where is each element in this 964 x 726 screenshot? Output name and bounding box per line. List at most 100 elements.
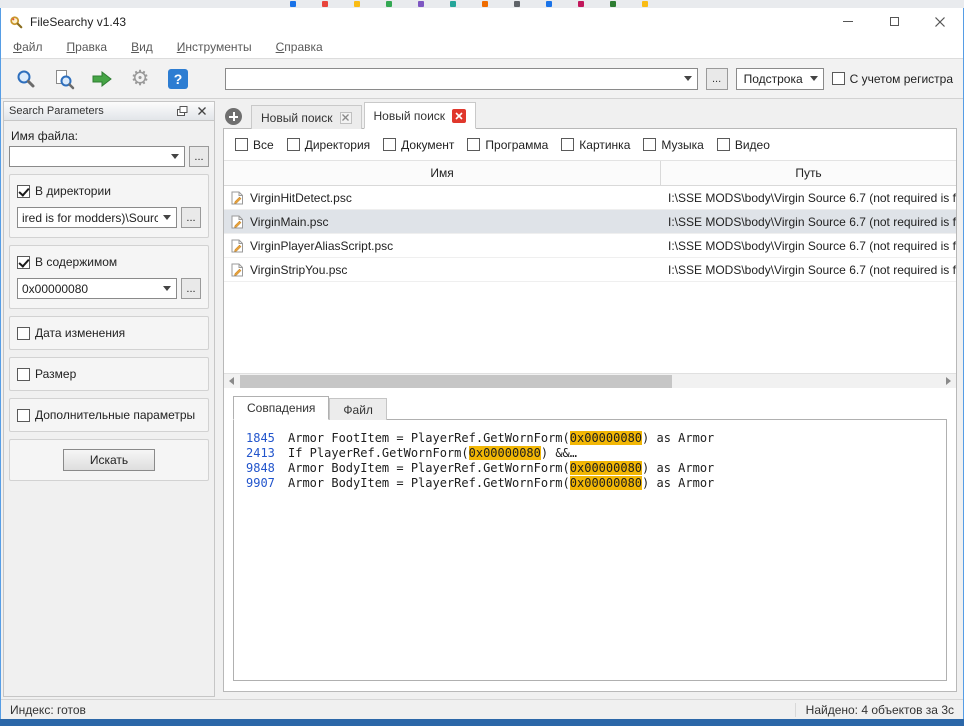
- new-search-button[interactable]: [11, 64, 41, 94]
- menu-view[interactable]: Вид: [131, 40, 153, 54]
- extra-params-checkbox-row[interactable]: Дополнительные параметры: [17, 408, 201, 422]
- filter-directory-checkbox[interactable]: [287, 138, 300, 151]
- filter-label: Музыка: [661, 138, 703, 152]
- match-line[interactable]: 1845Armor FootItem = PlayerRef.GetWornFo…: [246, 431, 934, 446]
- table-row[interactable]: VirginPlayerAliasScript.psc I:\SSE MODS\…: [224, 234, 956, 258]
- filter-document[interactable]: Документ: [383, 138, 454, 152]
- size-checkbox[interactable]: [17, 368, 30, 381]
- date-modified-checkbox[interactable]: [17, 327, 30, 340]
- filter-all-checkbox[interactable]: [235, 138, 248, 151]
- filename-browse-button[interactable]: ...: [189, 146, 209, 167]
- extra-params-checkbox[interactable]: [17, 409, 30, 422]
- filter-all[interactable]: Все: [235, 138, 274, 152]
- panel-float-button[interactable]: [175, 104, 189, 118]
- chevron-down-icon: [684, 76, 692, 81]
- filename-combobox[interactable]: [9, 146, 185, 167]
- search-query-browse-button[interactable]: ...: [706, 68, 728, 90]
- add-tab-button[interactable]: [225, 108, 242, 125]
- filename-dropdown-button[interactable]: [166, 147, 184, 166]
- toolbar: ⚙ ? ... Подстрока С учетом регистра: [1, 58, 963, 99]
- filter-program[interactable]: Программа: [467, 138, 548, 152]
- filter-program-checkbox[interactable]: [467, 138, 480, 151]
- size-group: Размер: [9, 357, 209, 391]
- scroll-right-icon: [946, 377, 951, 385]
- scrollbar-thumb[interactable]: [240, 375, 672, 388]
- filename-input[interactable]: [10, 148, 166, 165]
- column-header-name[interactable]: Имя: [224, 161, 661, 185]
- directory-dropdown-button[interactable]: [158, 208, 176, 227]
- file-path: I:\SSE MODS\body\Virgin Source 6.7 (not …: [661, 263, 956, 277]
- filter-music-checkbox[interactable]: [643, 138, 656, 151]
- match-highlight: 0x00000080: [570, 431, 642, 445]
- matches-tabs: Совпадения Файл: [233, 396, 947, 420]
- file-icon: [231, 191, 244, 205]
- content-combobox[interactable]: 0x00000080: [17, 278, 177, 299]
- background-favicon: [418, 1, 424, 7]
- date-modified-checkbox-row[interactable]: Дата изменения: [17, 326, 201, 340]
- directory-combobox[interactable]: ired is for modders)\Source: [17, 207, 177, 228]
- maximize-button[interactable]: [871, 8, 917, 35]
- minimize-button[interactable]: [825, 8, 871, 35]
- filter-video[interactable]: Видео: [717, 138, 770, 152]
- filter-picture[interactable]: Картинка: [561, 138, 630, 152]
- tab-close-button[interactable]: [452, 109, 466, 123]
- search-query-combobox[interactable]: [225, 68, 698, 90]
- filter-directory[interactable]: Директория: [287, 138, 370, 152]
- extra-params-label: Дополнительные параметры: [35, 408, 195, 422]
- column-header-path[interactable]: Путь: [661, 161, 956, 185]
- file-path: I:\SSE MODS\body\Virgin Source 6.7 (not …: [661, 215, 956, 229]
- app-icon: [9, 15, 23, 29]
- filter-picture-checkbox[interactable]: [561, 138, 574, 151]
- search-in-files-button[interactable]: [49, 64, 79, 94]
- in-directory-checkbox[interactable]: [17, 185, 30, 198]
- scroll-right-button[interactable]: [941, 374, 956, 389]
- scroll-left-button[interactable]: [224, 374, 239, 389]
- background-favicon: [386, 1, 392, 7]
- table-row[interactable]: VirginStripYou.psc I:\SSE MODS\body\Virg…: [224, 258, 956, 282]
- match-line[interactable]: 2413If PlayerRef.GetWornForm(0x00000080)…: [246, 446, 934, 461]
- search-icon: [15, 68, 37, 90]
- in-content-checkbox[interactable]: [17, 256, 30, 269]
- close-icon: [198, 107, 206, 115]
- match-mode-dropdown-button[interactable]: [805, 69, 823, 89]
- table-row-selected[interactable]: VirginMain.psc I:\SSE MODS\body\Virgin S…: [224, 210, 956, 234]
- search-query-input[interactable]: [226, 70, 679, 88]
- match-code-post: ) &&…: [541, 446, 577, 460]
- filter-document-checkbox[interactable]: [383, 138, 396, 151]
- tab-file[interactable]: Файл: [329, 398, 387, 420]
- directory-browse-button[interactable]: ...: [181, 207, 201, 228]
- search-button[interactable]: Искать: [63, 449, 155, 471]
- menu-file[interactable]: Файл: [13, 40, 43, 54]
- tab-matches[interactable]: Совпадения: [233, 396, 329, 420]
- tab-new-search-1[interactable]: Новый поиск: [251, 105, 362, 129]
- horizontal-scrollbar[interactable]: [224, 373, 956, 388]
- in-directory-label: В директории: [35, 184, 111, 198]
- settings-button[interactable]: ⚙: [125, 64, 155, 94]
- match-line[interactable]: 9907Armor BodyItem = PlayerRef.GetWornFo…: [246, 476, 934, 491]
- size-checkbox-row[interactable]: Размер: [17, 367, 201, 381]
- filter-video-checkbox[interactable]: [717, 138, 730, 151]
- window-controls: [825, 8, 963, 35]
- content-browse-button[interactable]: ...: [181, 278, 201, 299]
- table-row[interactable]: VirginHitDetect.psc I:\SSE MODS\body\Vir…: [224, 186, 956, 210]
- content-dropdown-button[interactable]: [158, 279, 176, 298]
- help-button[interactable]: ?: [163, 64, 193, 94]
- match-line[interactable]: 9848Armor BodyItem = PlayerRef.GetWornFo…: [246, 461, 934, 476]
- search-query-dropdown-button[interactable]: [679, 69, 697, 89]
- tab-new-search-2-active[interactable]: Новый поиск: [364, 102, 477, 129]
- filter-music[interactable]: Музыка: [643, 138, 703, 152]
- tab-close-button[interactable]: [340, 112, 352, 124]
- chevron-down-icon: [171, 154, 179, 159]
- in-content-checkbox-row[interactable]: В содержимом: [17, 255, 201, 269]
- menu-help[interactable]: Справка: [276, 40, 323, 54]
- menu-edit[interactable]: Правка: [67, 40, 108, 54]
- match-mode-dropdown[interactable]: Подстрока: [736, 68, 824, 90]
- menu-tools[interactable]: Инструменты: [177, 40, 252, 54]
- start-search-button[interactable]: [87, 64, 117, 94]
- case-sensitive-checkbox[interactable]: [832, 72, 845, 85]
- close-button[interactable]: [917, 8, 963, 35]
- case-sensitive-checkbox-row[interactable]: С учетом регистра: [832, 72, 953, 86]
- background-favicon: [482, 1, 488, 7]
- in-directory-checkbox-row[interactable]: В директории: [17, 184, 201, 198]
- panel-close-button[interactable]: [195, 104, 209, 118]
